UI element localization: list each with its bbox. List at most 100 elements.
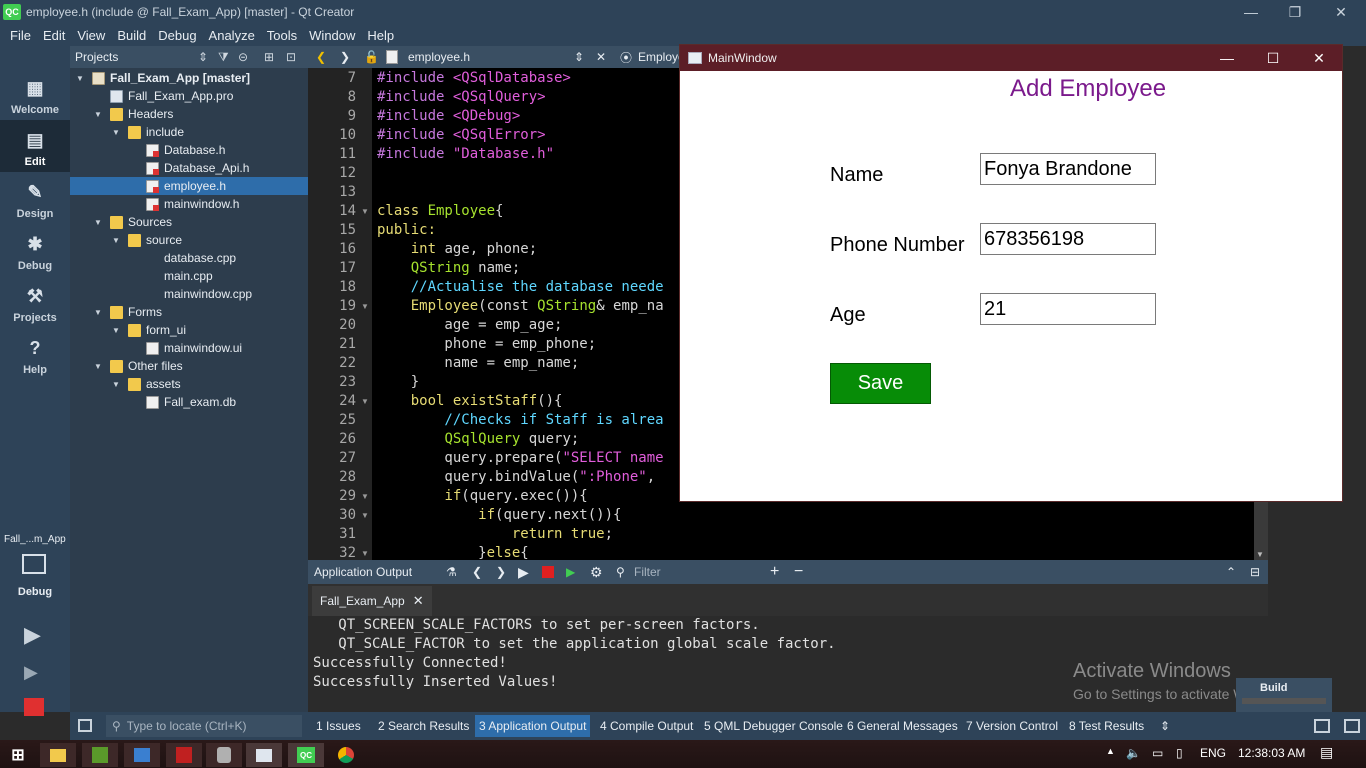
menu-file[interactable]: File bbox=[10, 28, 31, 43]
symbol-selector[interactable]: Employe bbox=[638, 50, 685, 64]
link-icon[interactable]: ⊝ bbox=[238, 50, 248, 64]
monitor-icon[interactable] bbox=[22, 554, 46, 574]
fold-marker-icon[interactable]: ▼ bbox=[361, 511, 369, 520]
clock[interactable]: 12:38:03 AM bbox=[1238, 746, 1305, 760]
tree-item[interactable]: Database_Api.h bbox=[70, 159, 308, 177]
tree-item[interactable]: ▼ include bbox=[70, 123, 308, 141]
tray-arrow-icon[interactable]: ▲ bbox=[1106, 746, 1115, 756]
tab-version-control[interactable]: 7 Version Control bbox=[966, 719, 1058, 733]
language-indicator[interactable]: ENG bbox=[1200, 746, 1226, 760]
zoom-in-icon[interactable]: + bbox=[770, 563, 779, 581]
mode-projects[interactable]: ⚒ Projects bbox=[0, 276, 70, 328]
database-icon[interactable] bbox=[206, 743, 242, 767]
next-icon[interactable]: ❯ bbox=[496, 565, 506, 579]
tree-item[interactable]: Fall_exam.db bbox=[70, 393, 308, 411]
menu-help[interactable]: Help bbox=[367, 28, 394, 43]
maximize-pane-icon[interactable]: ⌃ bbox=[1226, 565, 1236, 579]
tree-item[interactable]: Database.h bbox=[70, 141, 308, 159]
phone-input[interactable]: 678356198 bbox=[980, 223, 1156, 255]
expand-arrow-icon[interactable]: ▼ bbox=[94, 362, 104, 371]
expand-arrow-icon[interactable]: ▼ bbox=[76, 74, 86, 83]
run-icon[interactable]: ▶ bbox=[24, 622, 41, 648]
locator-input[interactable]: ⚲ Type to locate (Ctrl+K) bbox=[106, 715, 302, 737]
zoom-out-icon[interactable]: − bbox=[794, 563, 803, 581]
tab-general-messages[interactable]: 6 General Messages bbox=[847, 719, 958, 733]
attach-icon[interactable]: ⚗ bbox=[446, 565, 457, 579]
output-toggle-icon[interactable] bbox=[1314, 719, 1330, 733]
dialog-maximize-icon[interactable]: ☐ bbox=[1250, 45, 1296, 71]
output-pane-title[interactable]: Application Output bbox=[314, 565, 412, 579]
tab-issues[interactable]: 1 Issues bbox=[316, 719, 361, 733]
fold-marker-icon[interactable]: ▼ bbox=[361, 302, 369, 311]
explorer-icon[interactable] bbox=[40, 743, 76, 767]
mode-welcome[interactable]: ▦ Welcome bbox=[0, 68, 70, 120]
rerun-icon[interactable]: ▶ bbox=[518, 564, 529, 581]
close-tab-icon[interactable]: ✕ bbox=[413, 593, 424, 609]
menu-analyze[interactable]: Analyze bbox=[209, 28, 255, 43]
tree-item[interactable]: ▼ Forms bbox=[70, 303, 308, 321]
restore-icon[interactable]: ❐ bbox=[1272, 0, 1318, 24]
tree-item[interactable]: database.cpp bbox=[70, 249, 308, 267]
dropdown-icon[interactable]: ⇕ bbox=[574, 50, 584, 64]
expand-arrow-icon[interactable]: ▼ bbox=[112, 128, 122, 137]
menu-view[interactable]: View bbox=[77, 28, 105, 43]
tree-item[interactable]: mainwindow.h bbox=[70, 195, 308, 213]
tree-item[interactable]: ▼ form_ui bbox=[70, 321, 308, 339]
menu-build[interactable]: Build bbox=[117, 28, 146, 43]
devcpp-icon[interactable] bbox=[166, 743, 202, 767]
back-icon[interactable]: ❮ bbox=[316, 50, 326, 64]
tree-item[interactable]: ▼ assets bbox=[70, 375, 308, 393]
current-file-selector[interactable]: employee.h bbox=[408, 50, 470, 64]
menu-tools[interactable]: Tools bbox=[267, 28, 297, 43]
app-icon[interactable] bbox=[82, 743, 118, 767]
debug-attach-icon[interactable]: ▶ bbox=[566, 565, 575, 579]
toggle-sidebar-icon[interactable] bbox=[78, 719, 92, 732]
kit-project-label[interactable]: Fall_...m_App bbox=[4, 534, 66, 545]
filter-icon[interactable]: ⧩ bbox=[218, 50, 229, 65]
dropdown-icon[interactable]: ⇕ bbox=[198, 50, 208, 64]
tree-item[interactable]: ▼ source bbox=[70, 231, 308, 249]
dialog-close-icon[interactable]: ✕ bbox=[1296, 45, 1342, 71]
fold-marker-icon[interactable]: ▼ bbox=[361, 397, 369, 406]
expand-arrow-icon[interactable]: ▼ bbox=[112, 326, 122, 335]
debug-run-icon[interactable]: ▶ bbox=[24, 662, 38, 683]
tab-qml-debugger[interactable]: 5 QML Debugger Console bbox=[704, 719, 843, 733]
tab-compile-output[interactable]: 4 Compile Output bbox=[600, 719, 693, 733]
settings-icon[interactable]: ⚙ bbox=[590, 564, 603, 581]
minimize-icon[interactable]: — bbox=[1228, 0, 1274, 24]
close-icon[interactable]: ✕ bbox=[1318, 0, 1364, 24]
notifications-icon[interactable]: ▤ bbox=[1320, 744, 1333, 761]
tree-item[interactable]: ▼ Headers bbox=[70, 105, 308, 123]
chrome-icon[interactable] bbox=[328, 743, 364, 767]
expand-arrow-icon[interactable]: ▼ bbox=[112, 380, 122, 389]
close-file-icon[interactable]: ✕ bbox=[596, 50, 606, 64]
fold-marker-icon[interactable]: ▼ bbox=[361, 549, 369, 558]
expand-arrow-icon[interactable]: ▼ bbox=[112, 236, 122, 245]
close-pane-icon[interactable]: ⊡ bbox=[286, 50, 296, 64]
tab-search-results[interactable]: 2 Search Results bbox=[378, 719, 469, 733]
tree-item[interactable]: ▼ Other files bbox=[70, 357, 308, 375]
menu-debug[interactable]: Debug bbox=[158, 28, 196, 43]
age-input[interactable]: 21 bbox=[980, 293, 1156, 325]
output-filter-input[interactable]: Filter bbox=[634, 565, 661, 579]
app-icon[interactable] bbox=[124, 743, 160, 767]
menu-window[interactable]: Window bbox=[309, 28, 355, 43]
mode-debug[interactable]: ✱ Debug bbox=[0, 224, 70, 276]
tree-item[interactable]: employee.h bbox=[70, 177, 308, 195]
volume-icon[interactable]: 🔈 bbox=[1126, 746, 1141, 760]
close-pane-icon[interactable]: ⊟ bbox=[1250, 565, 1260, 579]
expand-arrow-icon[interactable]: ▼ bbox=[94, 218, 104, 227]
tree-item[interactable]: mainwindow.cpp bbox=[70, 285, 308, 303]
dialog-minimize-icon[interactable]: — bbox=[1204, 45, 1250, 71]
mainwindow-task-icon[interactable] bbox=[246, 743, 282, 767]
tree-item[interactable]: Fall_Exam_App.pro bbox=[70, 87, 308, 105]
prev-icon[interactable]: ❮ bbox=[472, 565, 482, 579]
qt-creator-task-icon[interactable]: QC bbox=[288, 743, 324, 767]
output-tab[interactable]: Fall_Exam_App ✕ bbox=[312, 586, 432, 616]
windows-start-icon[interactable]: ⊞ bbox=[0, 743, 36, 767]
mode-edit[interactable]: ▤ Edit bbox=[0, 120, 70, 172]
stop-icon[interactable] bbox=[542, 566, 554, 578]
battery-icon[interactable]: ▯ bbox=[1176, 746, 1183, 760]
right-sidebar-icon[interactable] bbox=[1344, 719, 1360, 733]
menu-edit[interactable]: Edit bbox=[43, 28, 65, 43]
